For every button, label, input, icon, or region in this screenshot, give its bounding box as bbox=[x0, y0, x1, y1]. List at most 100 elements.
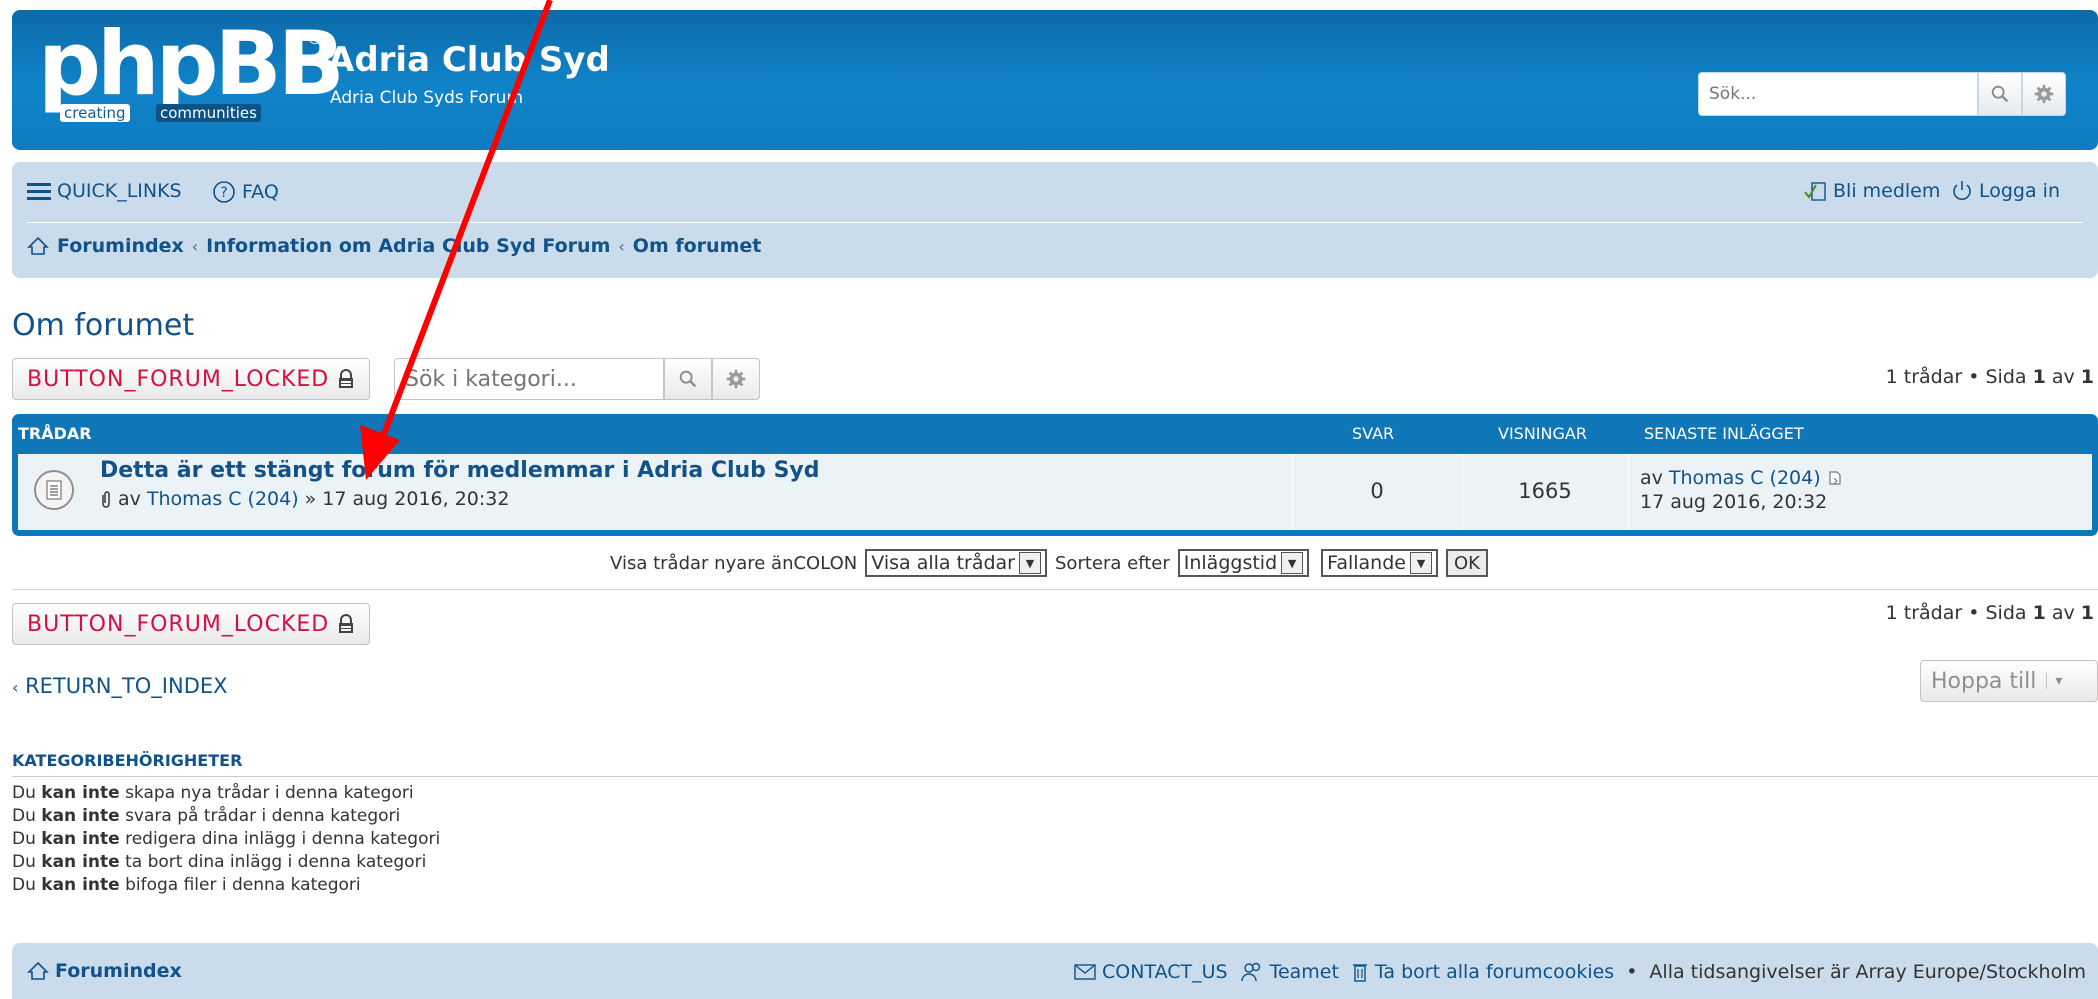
footer-links: CONTACT_US Teamet Ta bort alla forumcook… bbox=[1074, 961, 2086, 983]
site-title[interactable]: Adria Club Syd bbox=[328, 40, 610, 80]
last-post-author-link[interactable]: Thomas C (204) bbox=[1669, 466, 1821, 490]
pagination-bottom: 1 trådar • Sida 1 av 1 bbox=[1886, 602, 2094, 624]
pagination-total: 1 bbox=[2080, 366, 2094, 388]
permission-text: ta bort dina inlägg i denna kategori bbox=[125, 852, 427, 872]
envelope-icon bbox=[1074, 964, 1096, 980]
logo-tagline-creating: creating bbox=[60, 104, 130, 122]
footer-forumindex-link[interactable]: Forumindex bbox=[27, 960, 182, 982]
show-topics-select[interactable]: Visa alla trådar ▼ bbox=[865, 549, 1047, 577]
header-advanced-search-button[interactable] bbox=[2022, 72, 2066, 116]
navbar-divider bbox=[27, 222, 2083, 223]
permission-text: redigera dina inlägg i denna kategori bbox=[125, 829, 441, 849]
permission-text: svara på trådar i denna kategori bbox=[125, 806, 401, 826]
permission-prefix: Du bbox=[12, 783, 36, 803]
navbar bbox=[12, 162, 2098, 278]
breadcrumb-separator: ‹ bbox=[618, 236, 625, 256]
lock-icon bbox=[339, 369, 354, 388]
header-search-button[interactable] bbox=[1978, 72, 2022, 116]
chevron-down-icon: ▼ bbox=[1409, 552, 1432, 574]
breadcrumb: Forumindex ‹ Information om Adria Club S… bbox=[27, 235, 761, 257]
forum-locked-label: BUTTON_FORUM_LOCKED bbox=[27, 366, 330, 392]
faq-label: FAQ bbox=[242, 181, 279, 203]
sort-order-select[interactable]: Fallande ▼ bbox=[1321, 549, 1438, 577]
return-to-index-link[interactable]: ‹ RETURN_TO_INDEX bbox=[12, 674, 228, 698]
team-link[interactable]: Teamet bbox=[1240, 961, 1339, 983]
topic-read-icon[interactable] bbox=[34, 470, 74, 510]
pagination-middle: av bbox=[2045, 366, 2081, 388]
sort-options: Visa trådar nyare änCOLON Visa alla tråd… bbox=[0, 547, 2098, 579]
footer-forumindex-label: Forumindex bbox=[55, 960, 182, 982]
sort-by-select[interactable]: Inläggstid ▼ bbox=[1177, 549, 1310, 577]
team-label: Teamet bbox=[1269, 961, 1339, 983]
phpbb-logo[interactable]: phpBB ® creating communities bbox=[38, 12, 345, 122]
section-divider bbox=[12, 589, 2098, 590]
permission-line: Du kan inte redigera dina inlägg i denna… bbox=[12, 829, 440, 849]
quick-links-menu[interactable]: QUICK_LINKS bbox=[27, 180, 182, 202]
permissions-title: KATEGORIBEHÖRIGHETER bbox=[12, 751, 243, 770]
header-search-field[interactable] bbox=[1698, 72, 1978, 116]
hamburger-icon bbox=[27, 183, 51, 200]
sort-ok-button[interactable]: OK bbox=[1445, 549, 1488, 577]
search-icon bbox=[679, 370, 697, 388]
sort-by-value: Inläggstid bbox=[1183, 552, 1278, 574]
view-latest-post-icon[interactable] bbox=[1827, 470, 1843, 486]
header-last-post: SENASTE INLÄGGET bbox=[1644, 424, 1804, 443]
topic-title-link[interactable]: Detta är ett stängt forum för medlemmar … bbox=[100, 458, 820, 483]
logo-tagline-communities: communities bbox=[156, 104, 261, 122]
trash-icon bbox=[1352, 964, 1367, 982]
page-title[interactable]: Om forumet bbox=[12, 308, 194, 343]
delete-cookies-link[interactable]: Ta bort alla forumcookies bbox=[1351, 961, 1614, 983]
permission-text: skapa nya trådar i denna kategori bbox=[125, 783, 414, 803]
permissions-divider bbox=[12, 776, 2098, 777]
column-divider bbox=[1628, 454, 1629, 530]
sort-order-value: Fallande bbox=[1327, 552, 1406, 574]
breadcrumb-forumindex[interactable]: Forumindex bbox=[57, 235, 184, 257]
forum-locked-label: BUTTON_FORUM_LOCKED bbox=[27, 611, 330, 637]
topic-author-link[interactable]: Thomas C (204) bbox=[147, 488, 299, 510]
show-topics-label: Visa trådar nyare änCOLON bbox=[610, 552, 858, 574]
home-icon bbox=[27, 236, 49, 255]
permission-text: bifoga filer i denna kategori bbox=[125, 875, 361, 895]
category-search-button[interactable] bbox=[664, 358, 712, 400]
category-search-input[interactable] bbox=[395, 359, 663, 399]
home-icon bbox=[27, 961, 49, 980]
delete-cookies-label: Ta bort alla forumcookies bbox=[1374, 961, 1615, 983]
svg-text:?: ? bbox=[220, 185, 227, 201]
breadcrumb-current-forum[interactable]: Om forumet bbox=[633, 235, 762, 257]
document-icon bbox=[46, 480, 62, 500]
chevron-down-icon: ▼ bbox=[1019, 552, 1041, 574]
permission-emphasis: kan inte bbox=[41, 875, 120, 895]
last-post-date: 17 aug 2016, 20:32 bbox=[1640, 491, 1828, 513]
login-link[interactable]: Logga in bbox=[1951, 180, 2060, 202]
chevron-left-icon: ‹ bbox=[12, 678, 19, 697]
forum-locked-button-top[interactable]: BUTTON_FORUM_LOCKED bbox=[12, 358, 371, 400]
category-search-field[interactable] bbox=[394, 358, 664, 400]
users-icon bbox=[1240, 962, 1260, 982]
footer-bullet: • bbox=[1626, 961, 1638, 983]
last-post-by-label: av bbox=[1640, 467, 1663, 489]
pagination-current: 1 bbox=[2032, 602, 2046, 624]
jump-to-dropdown[interactable]: Hoppa till ▾ bbox=[1920, 660, 2098, 702]
power-icon bbox=[1953, 181, 1971, 200]
permission-line: Du kan inte ta bort dina inlägg i denna … bbox=[12, 852, 426, 872]
register-label: Bli medlem bbox=[1833, 180, 1941, 202]
chevron-down-icon: ▼ bbox=[1281, 552, 1304, 574]
topic-by-label: av bbox=[118, 488, 141, 510]
permission-prefix: Du bbox=[12, 852, 36, 872]
header-topics: TRÅDAR bbox=[18, 424, 92, 443]
contact-us-link[interactable]: CONTACT_US bbox=[1074, 961, 1228, 983]
timezone-note: Alla tidsangivelser är Array Europe/Stoc… bbox=[1649, 961, 2086, 983]
header-replies: SVAR bbox=[1352, 424, 1395, 443]
permission-prefix: Du bbox=[12, 806, 36, 826]
logo-text: phpBB bbox=[38, 12, 345, 115]
return-to-index-label: RETURN_TO_INDEX bbox=[25, 674, 228, 698]
register-link[interactable]: Bli medlem bbox=[1803, 180, 1940, 202]
breadcrumb-information[interactable]: Information om Adria Club Syd Forum bbox=[206, 235, 610, 257]
header-search-input[interactable] bbox=[1699, 73, 1977, 115]
permission-line: Du kan inte skapa nya trådar i denna kat… bbox=[12, 783, 414, 803]
faq-link[interactable]: ? FAQ bbox=[212, 180, 279, 204]
category-advanced-search-button[interactable] bbox=[712, 358, 760, 400]
forum-locked-button-bottom[interactable]: BUTTON_FORUM_LOCKED bbox=[12, 603, 371, 645]
quick-links-label: QUICK_LINKS bbox=[57, 180, 182, 202]
search-icon bbox=[1991, 85, 2009, 103]
